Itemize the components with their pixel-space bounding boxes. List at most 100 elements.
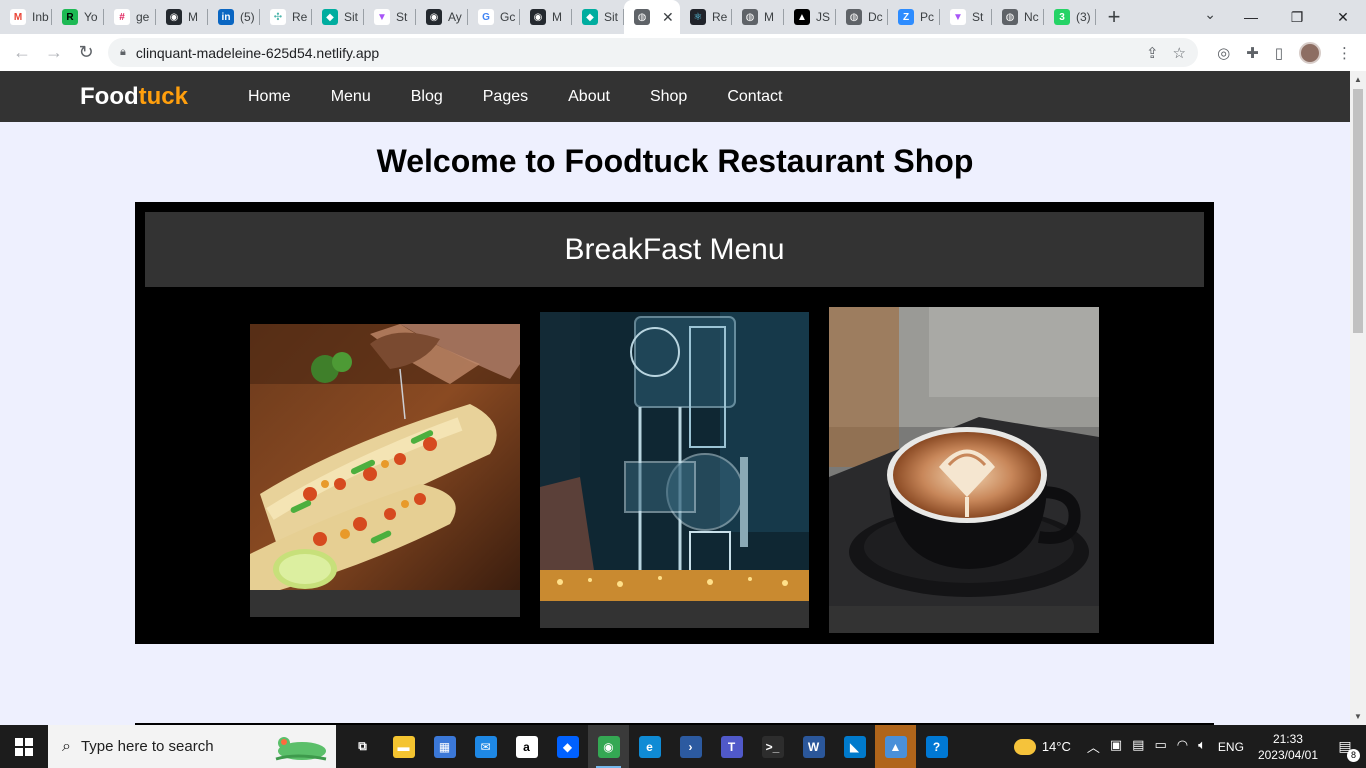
browser-tab[interactable]: ◍ Nc [992,0,1044,34]
browser-tab[interactable]: ◉ M [156,0,208,34]
taskbar-app-dropbox[interactable]: ◆ [547,725,588,768]
nav-link-home[interactable]: Home [228,88,311,106]
close-tab-icon[interactable]: ✕ [662,9,674,26]
volume-icon[interactable]: 🔈︎ [1198,737,1206,756]
forward-arrow-icon[interactable]: → [38,42,70,63]
restore-button[interactable]: ❐ [1274,0,1320,34]
nav-link-menu[interactable]: Menu [311,88,391,106]
logo-accent: tuck [138,82,188,110]
browser-tab[interactable]: 3 (3) [1044,0,1096,34]
battery-icon[interactable]: ▭ [1154,737,1166,756]
browser-tab[interactable]: ⚛ Re [680,0,732,34]
browser-tab[interactable]: ◍ Dc [836,0,888,34]
tab-favicon-icon: ◉ [166,9,182,25]
taskbar-app-help[interactable]: ? [916,725,957,768]
lock-icon[interactable]: 🔒︎ [120,46,126,59]
new-tab-button[interactable]: + [1096,4,1132,30]
taskbar-app-edge[interactable]: e [629,725,670,768]
browser-tab[interactable]: R Yo [52,0,104,34]
browser-tab[interactable]: # ge [104,0,156,34]
url-text[interactable]: clinquant-madeleine-625d54.netlify.app [136,45,379,61]
extensions-puzzle-icon[interactable]: ✚ [1246,44,1259,62]
input-language[interactable]: ENG [1218,740,1244,754]
taskbar-app-vscode[interactable]: ◣ [834,725,875,768]
profile-avatar[interactable] [1299,41,1321,64]
taskbar-app-amazon[interactable]: a [506,725,547,768]
taskbar-clock[interactable]: 21:33 2023/04/01 [1258,731,1318,763]
browser-tab[interactable]: ▲ JS [784,0,836,34]
browser-tab[interactable]: ◍ M [732,0,784,34]
browser-tab[interactable]: ▼ St [364,0,416,34]
clock-date: 2023/04/01 [1257,747,1318,762]
site-menu: Home Menu Blog Pages About Shop Contact [228,88,802,106]
browser-tab[interactable]: ▼ St [940,0,992,34]
nav-link-contact[interactable]: Contact [707,88,802,106]
clock-time: 21:33 [1272,731,1303,746]
taskbar-app-mail[interactable]: ✉ [465,725,506,768]
browser-tab[interactable]: ✣ Re [260,0,312,34]
browser-tab-active[interactable]: ◍ ✕ [624,0,680,34]
nav-link-pages[interactable]: Pages [463,88,548,106]
weather-widget[interactable]: 14°C [1013,738,1071,755]
tab-title: (5) [240,10,255,24]
scroll-up-icon[interactable]: ▲ [1354,75,1362,84]
kebab-menu-icon[interactable]: ⋮ [1337,44,1352,62]
browser-tab[interactable]: in (5) [208,0,260,34]
tab-favicon-icon: ◍ [742,9,758,25]
windows-start-button[interactable] [0,725,48,768]
taskbar-app-chrome[interactable]: ◉ [588,725,629,768]
taskbar-app-file-explorer[interactable]: ▬ [383,725,424,768]
meet-now-icon[interactable]: ▣ [1110,737,1122,756]
windows-taskbar: ⌕ Type here to search ⧉ ▬ ▦ ✉ a ◆ ◉ e › T >_ W ◣ ▲? 1… [0,725,1366,768]
wifi-icon[interactable]: ◠ [1177,737,1188,756]
word-icon: W [802,735,825,758]
tab-title: JS [816,10,831,24]
scrollbar-thumb[interactable] [1353,89,1363,333]
share-icon[interactable]: ⇪ [1146,44,1159,62]
back-arrow-icon[interactable]: ← [6,42,38,63]
amazon-icon: a [515,735,538,758]
side-panel-icon[interactable]: ▯ [1275,44,1283,62]
browser-tab[interactable]: ◆ Sit [572,0,624,34]
terminal-icon: >_ [761,735,784,758]
tab-search-chevron-icon[interactable]: ⌄ [1204,6,1216,23]
reload-icon[interactable]: ↻ [70,42,102,63]
taskbar-app-terminal[interactable]: >_ [752,725,793,768]
taskbar-app-teams[interactable]: T [711,725,752,768]
bookmark-star-icon[interactable]: ☆ [1173,44,1186,62]
browser-tab[interactable]: ◆ Sit [312,0,364,34]
taskbar-app-powershell[interactable]: › [670,725,711,768]
notification-center-icon[interactable]: ▤ 8 [1332,734,1360,762]
tray-app-icon[interactable]: ▤ [1132,737,1144,756]
nav-link-about[interactable]: About [548,88,630,106]
browser-tab[interactable]: G Gc [468,0,520,34]
page-title: Welcome to Foodtuck Restaurant Shop [376,143,974,179]
site-logo[interactable]: Foodtuck [80,83,188,111]
nav-link-blog[interactable]: Blog [391,88,463,106]
page-scrollbar[interactable]: ▲ ▼ [1350,71,1366,725]
address-bar[interactable]: 🔒︎ clinquant-madeleine-625d54.netlify.ap… [108,38,1198,67]
tab-title: ge [136,10,150,24]
taskbar-app-photos[interactable]: ▲ [875,725,916,768]
menu-card-latte[interactable] [829,307,1099,633]
minimize-button[interactable]: — [1228,0,1274,34]
taskbar-app-word[interactable]: W [793,725,834,768]
browser-tab[interactable]: M Inb [0,0,52,34]
taskbar-app-ms-store[interactable]: ▦ [424,725,465,768]
tab-title: St [972,10,984,24]
taskbar-app-task-view[interactable]: ⧉ [342,725,383,768]
scroll-down-icon[interactable]: ▼ [1354,712,1362,721]
tab-favicon-icon: ◆ [322,9,338,25]
tab-favicon-icon: G [478,9,494,25]
browser-tab[interactable]: ◉ M [520,0,572,34]
extension-record-icon[interactable]: ◎ [1217,44,1230,62]
browser-tab[interactable]: ◉ Ay [416,0,468,34]
menu-card-tacos[interactable] [250,324,520,617]
taskbar-search-box[interactable]: ⌕ Type here to search [48,725,336,768]
vscode-icon: ◣ [843,735,866,758]
close-window-button[interactable]: ✕ [1320,0,1366,34]
browser-tab[interactable]: Z Pc [888,0,940,34]
menu-card-syphon-coffee[interactable] [540,312,809,628]
nav-link-shop[interactable]: Shop [630,88,707,106]
show-hidden-icons-chevron-icon[interactable]: ︿ [1087,737,1100,756]
